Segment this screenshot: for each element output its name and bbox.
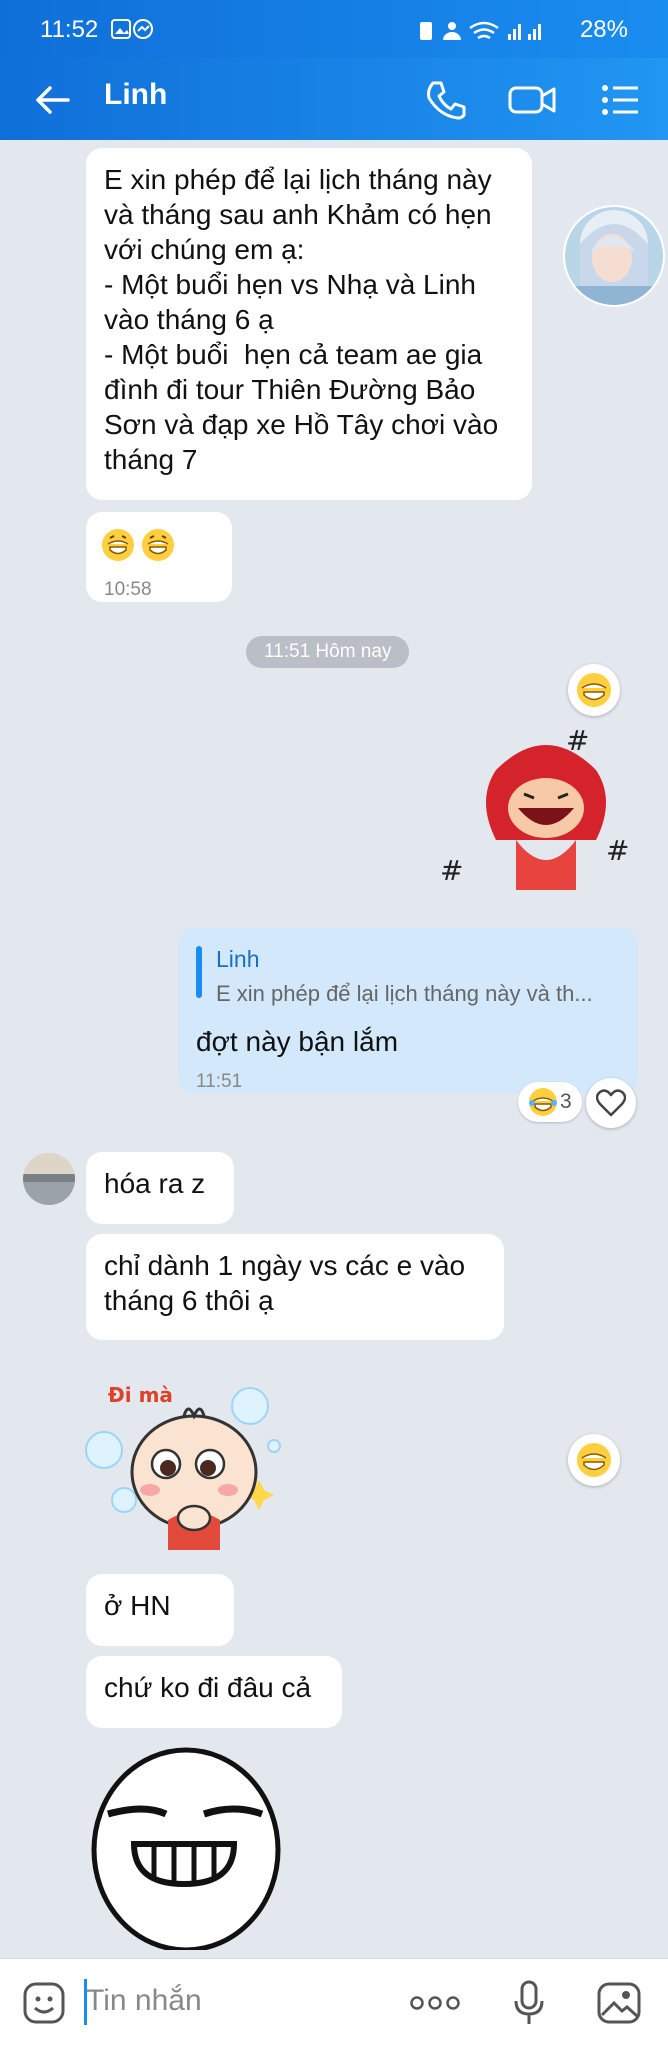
pleading-sticker[interactable]: Đi mà [84,1370,294,1565]
battery-level: 28% [579,16,628,43]
message-bubble[interactable]: ở HN [86,1574,234,1646]
quote-bar [196,946,202,998]
status-bar: 11:52 28% [0,0,668,58]
grin-emoji-icon [577,673,611,707]
reaction-button[interactable] [568,1434,620,1486]
emoji-message[interactable]: 10:58 [86,512,232,602]
heart-icon [596,1089,626,1117]
image-icon[interactable] [596,1981,642,2030]
avatar[interactable] [22,1152,76,1211]
menu-icon[interactable] [600,80,640,125]
message-bubble[interactable]: chứ ko đi đâu cả [86,1656,342,1728]
back-arrow-icon[interactable] [32,80,72,125]
message-bubble[interactable]: hóa ra z [86,1152,234,1224]
sticker-caption: Đi mà [108,1383,173,1407]
video-call-icon[interactable] [508,80,558,125]
phone-icon[interactable] [424,78,466,125]
avatar[interactable] [562,204,666,313]
chat-header: Linh [0,58,668,140]
message-time: 11:51 [196,1071,243,1092]
more-options-icon[interactable] [410,1995,460,2016]
message-bubble[interactable]: E xin phép để lại lịch tháng này và thán… [86,148,532,500]
quote-text: E xin phép để lại lịch tháng này và th..… [216,981,593,1006]
microphone-icon[interactable] [512,1979,546,2032]
status-time: 11:52 [40,16,99,43]
laughing-sticker[interactable]: # # # [436,710,636,915]
reply-message[interactable]: Linh E xin phép để lại lịch tháng này và… [178,928,638,1094]
svg-text:#: # [606,834,629,867]
reaction-button[interactable] [568,664,620,716]
like-button[interactable] [586,1078,636,1128]
message-bubble[interactable]: chỉ dành 1 ngày vs các e vào tháng 6 thô… [86,1234,504,1340]
reaction-count: 3 [560,1090,572,1113]
message-time: 10:58 [104,579,152,600]
grinning-face-sticker[interactable] [86,1740,286,1955]
gallery-notification-icon [110,18,154,45]
message-input[interactable]: Tin nhắn [86,1984,202,2018]
contact-name[interactable]: Linh [104,78,167,112]
composer-bar: Tin nhắn [0,1958,668,2049]
sticker-icon[interactable] [22,1981,66,2030]
grin-emoji-icon [102,528,178,570]
date-divider: 11:51 Hôm nay [246,636,410,668]
reaction-summary[interactable]: 3 [518,1082,582,1122]
svg-text:#: # [440,854,463,887]
quote-sender: Linh [216,946,260,972]
laugh-tears-emoji-icon [529,1088,557,1116]
status-icons [418,18,548,49]
grin-emoji-icon [577,1443,611,1477]
reply-text: đợt này bận lắm [196,1026,399,1057]
